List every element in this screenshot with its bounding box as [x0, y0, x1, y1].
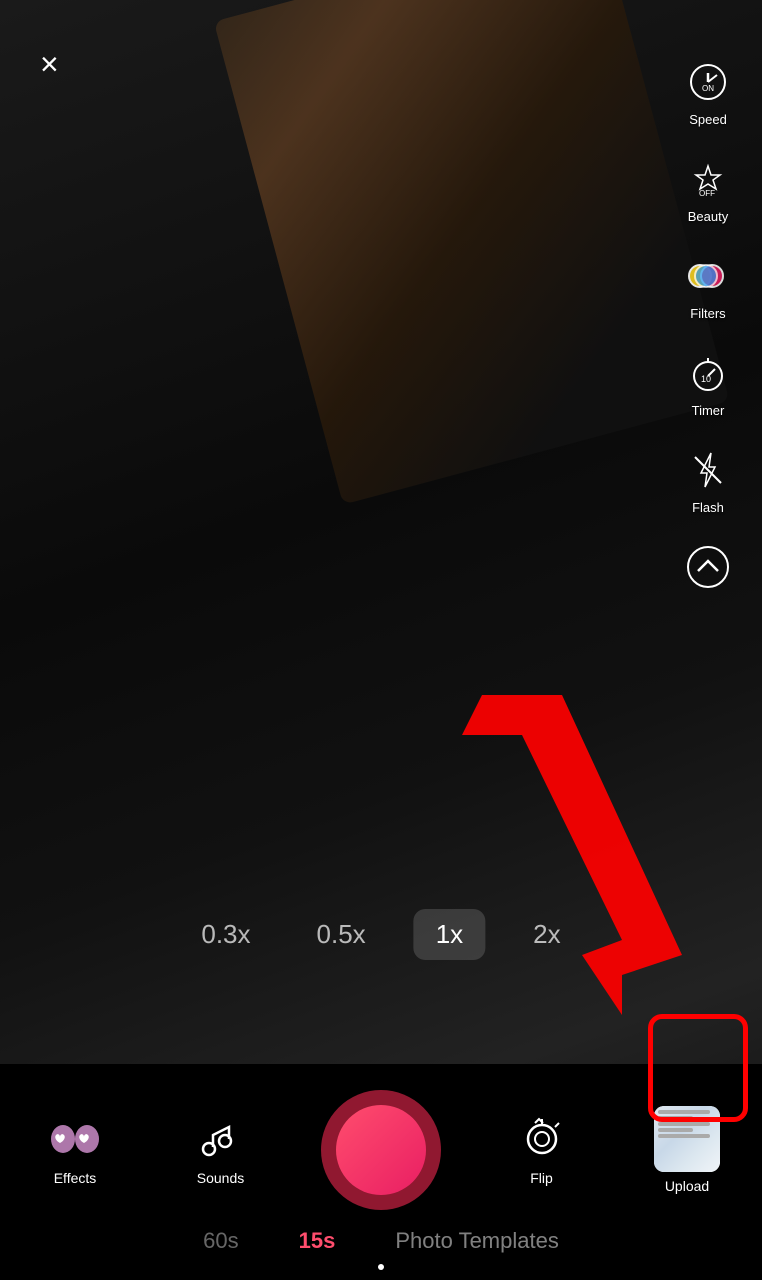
thumb-line-2 — [658, 1116, 693, 1120]
bottom-bar: Effects Sounds — [0, 1064, 762, 1280]
filters-icon — [682, 250, 734, 302]
sounds-button[interactable]: Sounds — [176, 1114, 266, 1186]
upload-label: Upload — [665, 1178, 709, 1194]
timer-label: Timer — [692, 403, 725, 418]
zoom-2x[interactable]: 2x — [515, 909, 578, 960]
speed-label: Speed — [689, 112, 727, 127]
flip-icon — [517, 1114, 567, 1164]
speed-icon: ON — [682, 56, 734, 108]
upload-button[interactable]: Upload — [642, 1106, 732, 1194]
record-button[interactable] — [321, 1090, 441, 1210]
sidebar-item-timer[interactable]: 10 Timer — [674, 339, 742, 426]
zoom-05x[interactable]: 0.5x — [299, 909, 384, 960]
timer-icon: 10 — [682, 347, 734, 399]
upload-icon-box — [654, 1106, 720, 1172]
sidebar-item-flash[interactable]: Flash — [674, 436, 742, 523]
svg-text:ON: ON — [702, 84, 714, 93]
thumb-line-3 — [658, 1122, 710, 1126]
effects-button[interactable]: Effects — [30, 1114, 120, 1186]
zoom-03x[interactable]: 0.3x — [183, 909, 268, 960]
more-icon — [682, 541, 734, 593]
thumb-line-1 — [658, 1110, 710, 1114]
duration-tabs: 60s 15s Photo Templates — [0, 1220, 762, 1258]
sidebar-item-speed[interactable]: ON Speed — [674, 48, 742, 135]
filters-label: Filters — [690, 306, 725, 321]
tab-60s[interactable]: 60s — [203, 1228, 238, 1254]
effects-icon — [50, 1114, 100, 1164]
beauty-icon: OFF — [682, 153, 734, 205]
sounds-icon — [196, 1114, 246, 1164]
right-sidebar: ON Speed OFF Beauty Filters — [674, 48, 742, 601]
controls-row: Effects Sounds — [0, 1074, 762, 1220]
thumb-line-5 — [658, 1134, 710, 1138]
active-dot — [378, 1264, 384, 1270]
svg-text:OFF: OFF — [699, 189, 715, 198]
flash-icon — [682, 444, 734, 496]
zoom-1x[interactable]: 1x — [414, 909, 485, 960]
sidebar-item-beauty[interactable]: OFF Beauty — [674, 145, 742, 232]
beauty-label: Beauty — [688, 209, 728, 224]
flip-label: Flip — [530, 1170, 553, 1186]
tab-15s[interactable]: 15s — [299, 1228, 336, 1254]
record-btn-inner — [336, 1105, 426, 1195]
record-btn-outer — [321, 1090, 441, 1210]
flip-button[interactable]: Flip — [497, 1114, 587, 1186]
thumb-line-4 — [658, 1128, 693, 1132]
zoom-controls: 0.3x 0.5x 1x 2x — [183, 909, 578, 960]
sounds-label: Sounds — [197, 1170, 244, 1186]
dot-indicator — [0, 1258, 762, 1280]
effects-label: Effects — [54, 1170, 97, 1186]
sidebar-item-filters[interactable]: Filters — [674, 242, 742, 329]
close-button[interactable]: × — [40, 48, 59, 80]
upload-thumbnail — [654, 1106, 720, 1172]
sidebar-item-more[interactable] — [674, 533, 742, 601]
svg-text:10: 10 — [701, 374, 711, 384]
flash-label: Flash — [692, 500, 724, 515]
tab-photo-templates[interactable]: Photo Templates — [395, 1228, 558, 1254]
